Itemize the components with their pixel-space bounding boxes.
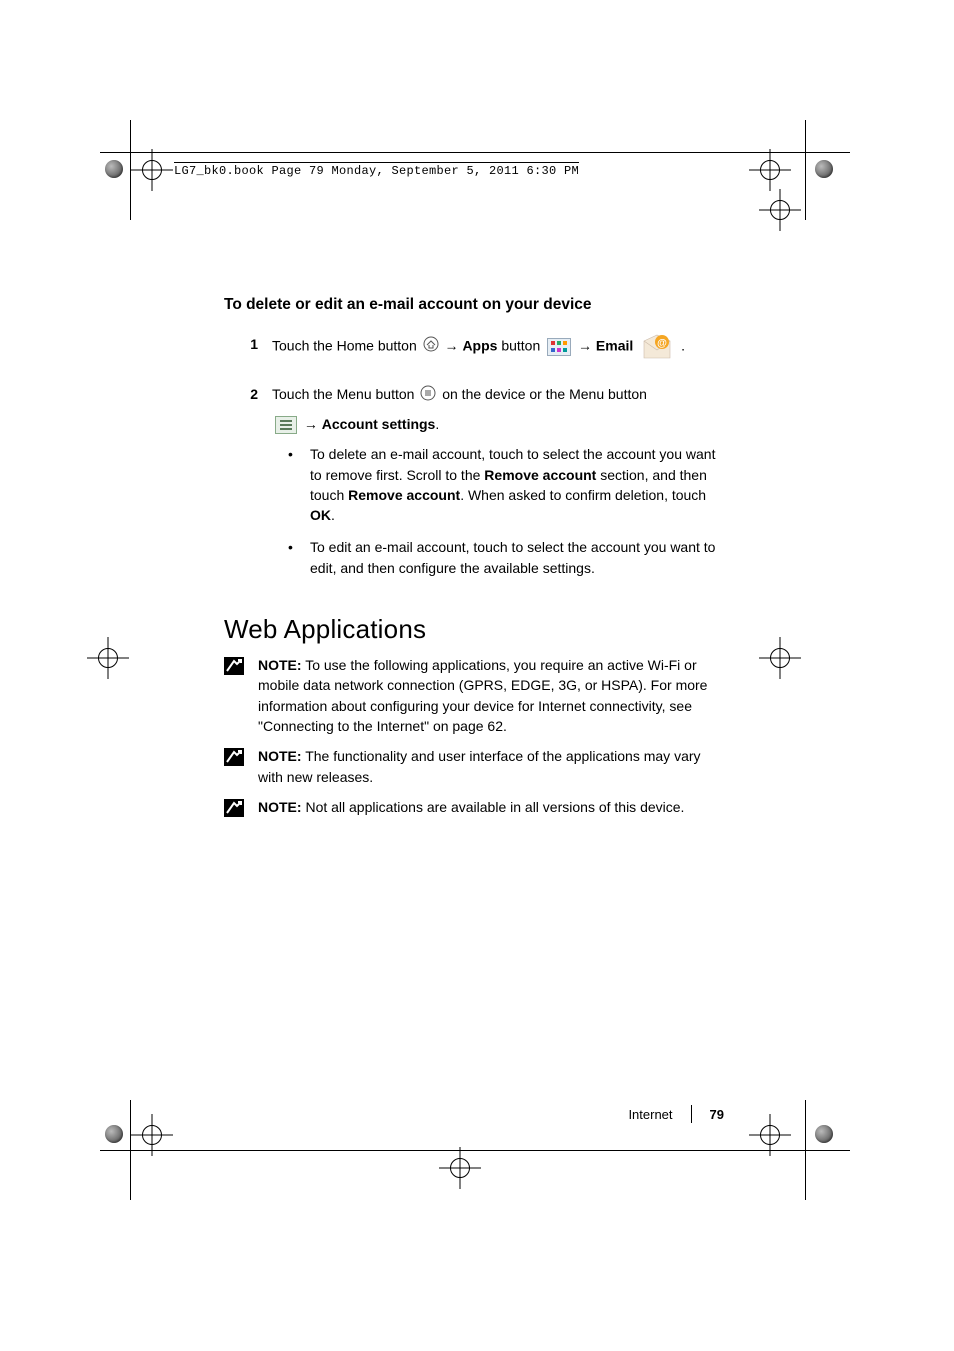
step-number: 1 (224, 334, 272, 368)
step-text: on the device or the Menu button (442, 386, 647, 402)
register-mark-icon (142, 1125, 162, 1145)
section-heading: To delete or edit an e-mail account on y… (224, 296, 724, 314)
page: LG7_bk0.book Page 79 Monday, September 5… (0, 0, 954, 1351)
crop-line (100, 152, 850, 153)
note-icon (224, 746, 258, 787)
step-number: 2 (224, 384, 272, 590)
apps-button-icon (547, 338, 571, 356)
bullet-bold: Remove account (484, 467, 596, 483)
footer-section: Internet (628, 1107, 672, 1122)
crop-ball-icon (815, 1125, 833, 1143)
step-text: . (435, 416, 439, 432)
note-icon (224, 797, 258, 817)
crop-line (100, 1150, 850, 1151)
arrow-icon: → (304, 416, 318, 432)
bullet-text: . When asked to confirm deletion, touch (460, 487, 706, 503)
menu-list-icon (275, 416, 297, 434)
register-mark-icon (760, 1125, 780, 1145)
step-text: button (497, 338, 544, 354)
footer-divider (691, 1105, 692, 1123)
step-1: 1 Touch the Home button → Apps button → … (224, 334, 724, 368)
note-label: NOTE: (258, 748, 302, 764)
step-2: 2 Touch the Menu button on the device or… (224, 384, 724, 590)
email-app-icon: @ (641, 334, 673, 360)
note-block: NOTE: To use the following applications,… (224, 655, 724, 736)
register-mark-icon (770, 200, 790, 220)
arrow-icon: → (445, 338, 459, 354)
content-block: To delete or edit an e-mail account on y… (224, 296, 724, 827)
crop-line (805, 1100, 806, 1200)
bullet-bold: OK (310, 507, 331, 523)
bullet-text: . (331, 507, 335, 523)
email-label: Email (596, 338, 633, 354)
bullet-bold: Remove account (348, 487, 460, 503)
register-mark-icon (760, 160, 780, 180)
main-heading: Web Applications (224, 614, 724, 645)
menu-button-icon (420, 385, 436, 406)
arrow-icon: → (578, 338, 592, 354)
note-text: The functionality and user interface of … (258, 748, 701, 784)
svg-text:@: @ (657, 338, 667, 349)
note-icon (224, 655, 258, 736)
bullet-list: To delete an e-mail account, touch to se… (272, 444, 724, 578)
note-block: NOTE: Not all applications are available… (224, 797, 724, 817)
step-text: Touch the Home button (272, 338, 421, 354)
page-footer: Internet 79 (628, 1105, 724, 1123)
note-label: NOTE: (258, 799, 302, 815)
register-mark-icon (450, 1158, 470, 1178)
crop-ball-icon (105, 1125, 123, 1143)
crop-ball-icon (815, 160, 833, 178)
crop-line (130, 120, 131, 220)
note-label: NOTE: (258, 657, 302, 673)
list-item: To delete an e-mail account, touch to se… (288, 444, 724, 525)
apps-label: Apps (462, 338, 497, 354)
register-mark-icon (142, 160, 162, 180)
list-item: To edit an e-mail account, touch to sele… (288, 537, 724, 578)
note-text: To use the following applications, you r… (258, 657, 707, 734)
crop-ball-icon (105, 160, 123, 178)
crop-line (130, 1100, 131, 1200)
bullet-text: To edit an e-mail account, touch to sele… (310, 539, 715, 575)
source-header: LG7_bk0.book Page 79 Monday, September 5… (174, 162, 579, 178)
crop-line (805, 120, 806, 220)
home-button-icon (423, 336, 439, 357)
note-text: Not all applications are available in al… (302, 799, 685, 815)
register-mark-icon (98, 648, 118, 668)
step-text: Touch the Menu button (272, 386, 418, 402)
account-settings-label: Account settings (322, 416, 436, 432)
register-mark-icon (770, 648, 790, 668)
note-block: NOTE: The functionality and user interfa… (224, 746, 724, 787)
step-text: . (681, 338, 685, 354)
page-number: 79 (710, 1107, 724, 1122)
